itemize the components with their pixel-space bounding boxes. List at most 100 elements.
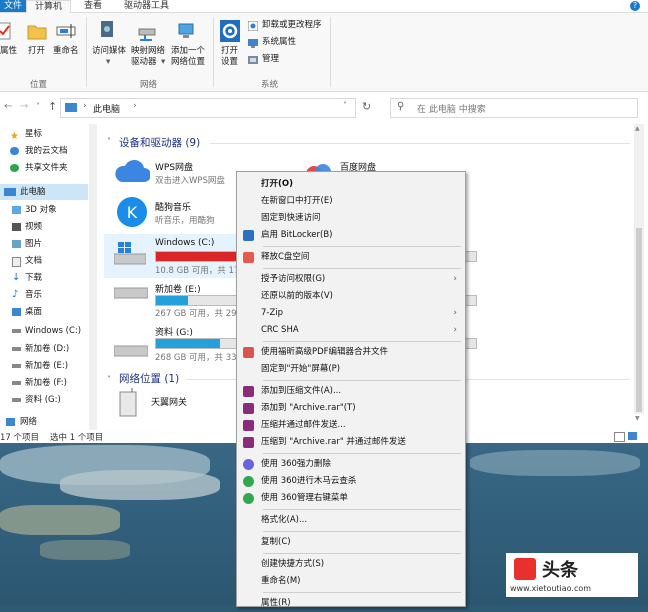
context-menu-item-label: 复制(C): [261, 537, 291, 547]
search-input[interactable]: ⚲ 在 此电脑 中搜索: [390, 98, 638, 118]
chevron-right-icon: ›: [453, 274, 457, 284]
back-icon[interactable]: ←: [4, 101, 12, 112]
context-menu-item[interactable]: 格式化(A)...: [237, 512, 465, 529]
map-network-drive-line2[interactable]: 驱动器: [131, 57, 157, 68]
context-menu-item[interactable]: 使用 360管理右键菜单: [237, 490, 465, 507]
context-menu-item[interactable]: 授予访问权限(G) ›: [237, 271, 465, 288]
chevron-right-icon: ›: [83, 101, 87, 111]
nav-item-3d-objects[interactable]: 3D 对象: [0, 202, 88, 218]
nav-item-desktop[interactable]: 桌面: [0, 304, 88, 320]
refresh-icon[interactable]: ↻: [362, 100, 371, 113]
help-icon[interactable]: ?: [630, 1, 640, 11]
context-menu-item[interactable]: 启用 BitLocker(B): [237, 227, 465, 244]
context-menu-item[interactable]: 使用福昕高级PDF编辑器合并文件: [237, 344, 465, 361]
scroll-down-icon[interactable]: ▼: [635, 415, 640, 422]
tiles-view-icon[interactable]: [628, 432, 637, 440]
nav-item-network[interactable]: 网络: [0, 414, 88, 430]
access-media-button[interactable]: 访问媒体: [92, 46, 126, 57]
context-menu-item[interactable]: 使用 360强力删除: [237, 456, 465, 473]
nav-item-pictures[interactable]: 图片: [0, 236, 88, 252]
item-drive-c-sub: 10.8 GB 可用，共 17: [155, 266, 240, 276]
context-menu-item[interactable]: 在新窗口中打开(E): [237, 193, 465, 210]
uninstall-button[interactable]: 卸载或更改程序: [262, 20, 322, 31]
up-icon[interactable]: ↑: [48, 100, 57, 113]
item-drive-e-name[interactable]: 新加卷 (E:): [155, 282, 201, 295]
context-menu-item[interactable]: CRC SHA ›: [237, 322, 465, 339]
chevron-right-icon: ›: [133, 101, 137, 111]
manage-button[interactable]: 管理: [262, 54, 279, 65]
computer-icon: [65, 103, 77, 112]
context-menu-item[interactable]: 压缩到 "Archive.rar" 并通过邮件发送: [237, 434, 465, 451]
context-menu-item[interactable]: 还原以前的版本(V): [237, 288, 465, 305]
item-wps-name[interactable]: WPS网盘: [155, 160, 193, 173]
nav-item-downloads[interactable]: ↓ 下载: [0, 270, 88, 286]
context-menu-item[interactable]: 压缩并通过邮件发送...: [237, 417, 465, 434]
nav-item-drive-f[interactable]: 新加卷 (F:): [0, 375, 88, 391]
ribbon: 属性 打开 重命名 位置 访问媒体 ▾ 映射网络 驱动器 ▾ 添加一个 网络位置…: [0, 13, 648, 92]
context-menu-item[interactable]: 创建快捷方式(S): [237, 556, 465, 573]
tab-file[interactable]: 文件: [0, 0, 27, 12]
context-menu-item[interactable]: 打开(O): [237, 176, 465, 193]
scroll-up-icon[interactable]: ▲: [635, 125, 640, 132]
context-menu-item-label: 使用 360管理右键菜单: [261, 493, 348, 503]
context-menu-item[interactable]: 添加到压缩文件(A)...: [237, 383, 465, 400]
context-menu-item[interactable]: 固定到"开始"屏幕(P): [237, 361, 465, 378]
nav-item-videos[interactable]: 视频: [0, 219, 88, 235]
properties-icon: [0, 21, 12, 41]
nav-scrollbar[interactable]: [89, 124, 97, 430]
tab-view[interactable]: 查看: [84, 0, 102, 12]
chevron-down-icon[interactable]: ˅: [107, 137, 111, 146]
drive-icon: [12, 398, 21, 402]
context-menu-item[interactable]: 重命名(M): [237, 573, 465, 590]
context-menu-item[interactable]: 使用 360进行木马云查杀: [237, 473, 465, 490]
cleanup-icon: [243, 252, 254, 263]
chevron-down-icon[interactable]: ˅: [36, 102, 40, 111]
nav-item-music[interactable]: ♪ 音乐: [0, 287, 88, 303]
context-menu-item[interactable]: 添加到 "Archive.rar"(T): [237, 400, 465, 417]
music-icon: ♪: [12, 289, 19, 300]
nav-item-this-pc[interactable]: 此电脑: [0, 184, 88, 200]
navigation-pane: ★ 星标 我的云文档 共享文件夹 此电脑 3D 对象 视频 图片 文档 ↓ 下载…: [0, 124, 88, 430]
properties-button[interactable]: 属性: [0, 46, 17, 57]
system-properties-button[interactable]: 系统属性: [262, 37, 296, 48]
nav-item-cloud-docs[interactable]: 我的云文档: [0, 143, 88, 159]
nav-item-star[interactable]: ★ 星标: [0, 126, 88, 142]
drive-icon: [113, 286, 149, 300]
item-router-name[interactable]: 天翼网关: [151, 395, 187, 408]
details-view-icon[interactable]: [614, 432, 625, 442]
section-header-devices[interactable]: 设备和驱动器 (9): [119, 135, 200, 150]
context-menu-item[interactable]: 固定到快速访问: [237, 210, 465, 227]
open-button[interactable]: 打开: [28, 46, 45, 57]
nav-item-drive-c[interactable]: Windows (C:): [0, 323, 88, 339]
rename-button[interactable]: 重命名: [53, 46, 79, 57]
item-drive-e-sub: 267 GB 可用，共 29: [155, 309, 237, 319]
chevron-down-icon[interactable]: ˅: [343, 101, 347, 110]
open-settings-line1[interactable]: 打开: [221, 46, 238, 57]
context-menu-item-label: 还原以前的版本(V): [261, 291, 333, 301]
item-drive-g-name[interactable]: 资料 (G:): [155, 325, 193, 338]
nav-item-drive-d[interactable]: 新加卷 (D:): [0, 341, 88, 357]
document-icon: [12, 257, 21, 267]
context-menu-item[interactable]: 7-Zip ›: [237, 305, 465, 322]
open-settings-line2[interactable]: 设置: [221, 57, 238, 68]
item-drive-c-name[interactable]: Windows (C:): [155, 238, 214, 248]
scrollbar-thumb[interactable]: [636, 228, 642, 412]
nav-item-documents[interactable]: 文档: [0, 253, 88, 269]
map-network-drive-line1[interactable]: 映射网络: [131, 46, 165, 57]
chevron-down-icon[interactable]: ˅: [107, 375, 111, 384]
tab-computer[interactable]: 计算机: [26, 0, 72, 13]
forward-icon[interactable]: →: [20, 101, 28, 112]
address-field[interactable]: › 此电脑 › ˅: [60, 98, 356, 118]
item-kugou-name[interactable]: 酷狗音乐: [155, 200, 191, 213]
tab-drive-tools[interactable]: 驱动器工具: [124, 0, 169, 12]
add-network-location-line1[interactable]: 添加一个: [171, 46, 205, 57]
search-placeholder: 在 此电脑 中搜索: [417, 105, 486, 115]
nav-item-drive-g[interactable]: 资料 (G:): [0, 392, 88, 408]
context-menu-item[interactable]: 释放C盘空间: [237, 249, 465, 266]
nav-item-drive-e[interactable]: 新加卷 (E:): [0, 358, 88, 374]
add-network-location-line2[interactable]: 网络位置: [171, 57, 205, 68]
section-header-network[interactable]: 网络位置 (1): [119, 371, 179, 386]
context-menu-item[interactable]: 复制(C): [237, 534, 465, 551]
nav-item-shared[interactable]: 共享文件夹: [0, 160, 88, 176]
context-menu-item[interactable]: 属性(R): [237, 595, 465, 612]
